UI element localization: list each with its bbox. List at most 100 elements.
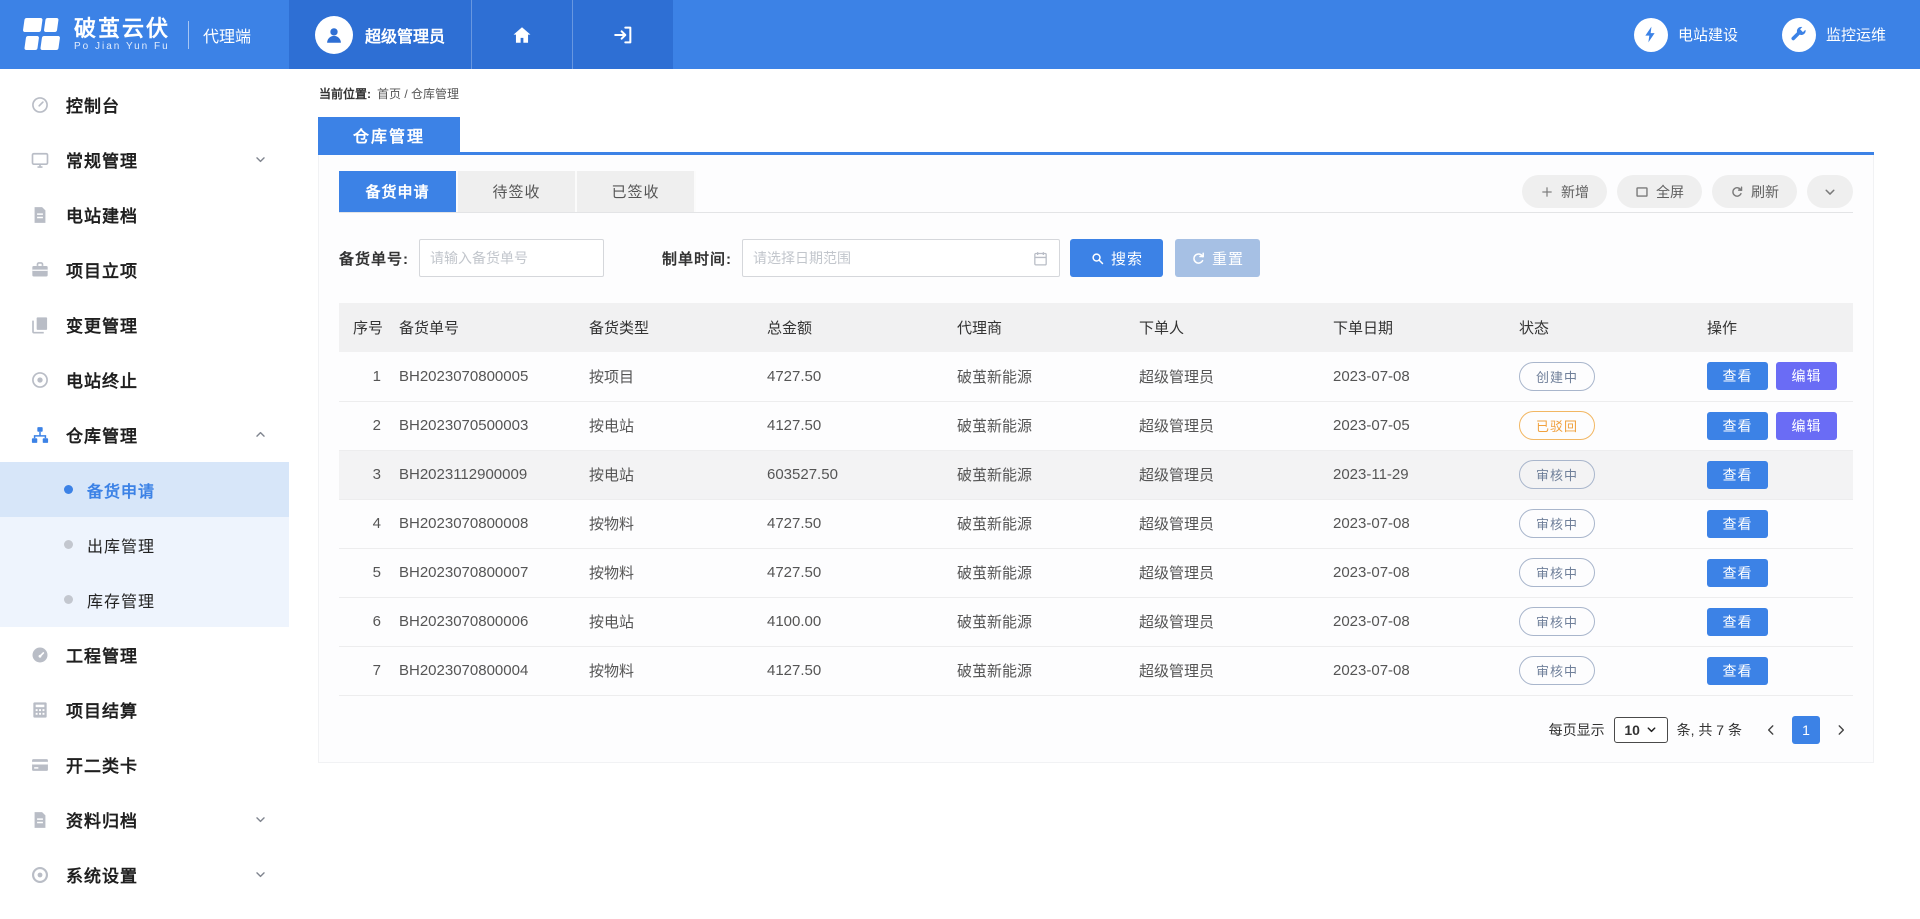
- fullscreen-icon: [1635, 185, 1649, 199]
- archive-icon: [30, 810, 50, 830]
- sidebar-item-label: 变更管理: [66, 312, 138, 337]
- sidebar-subitem-stock-apply[interactable]: 备货申请: [0, 462, 289, 517]
- sidebar-item-data-archive[interactable]: 资料归档: [0, 792, 289, 847]
- breadcrumb-item[interactable]: 首页: [377, 87, 401, 101]
- cell-date: 2023-07-08: [1325, 597, 1511, 646]
- cell-type: 按物料: [581, 499, 759, 548]
- header-shortcut-电站建设[interactable]: 电站建设: [1634, 18, 1738, 52]
- sidebar-submenu-warehouse: 备货申请出库管理库存管理: [0, 462, 289, 627]
- cell-orderer: 超级管理员: [1131, 548, 1325, 597]
- action-button-刷新[interactable]: 刷新: [1712, 175, 1797, 208]
- home-button[interactable]: [471, 0, 572, 69]
- action-button-全屏[interactable]: 全屏: [1617, 175, 1702, 208]
- brand-title: 破茧云伏: [74, 17, 170, 41]
- cell-order_no: BH2023070500003: [391, 401, 581, 450]
- per-page-select[interactable]: 10: [1614, 717, 1668, 743]
- logout-icon: [612, 24, 634, 46]
- prev-page-button[interactable]: [1759, 723, 1783, 737]
- date-range-input[interactable]: [753, 250, 1026, 266]
- tab-备货申请[interactable]: 备货申请: [339, 171, 458, 212]
- cell-date: 2023-07-08: [1325, 499, 1511, 548]
- portal-label: 代理端: [203, 23, 251, 47]
- current-user[interactable]: 超级管理员: [289, 0, 471, 69]
- pagination: 每页显示 10 条, 共 7 条 1: [339, 716, 1853, 744]
- next-page-button[interactable]: [1829, 723, 1853, 737]
- table-row: 1BH2023070800005按项目4727.50破茧新能源超级管理员2023…: [339, 352, 1853, 401]
- per-page-label: 每页显示: [1549, 720, 1605, 740]
- page-title-tab[interactable]: 仓库管理: [318, 117, 460, 152]
- sidebar-item-label: 电站终止: [66, 367, 138, 392]
- cell-status: 审核中: [1511, 450, 1699, 499]
- plus-icon: [1540, 185, 1554, 199]
- copy-icon: [30, 315, 50, 335]
- sidebar-item-settlement[interactable]: 项目结算: [0, 682, 289, 737]
- cell-amount: 4127.50: [759, 401, 949, 450]
- cell-date: 2023-07-05: [1325, 401, 1511, 450]
- chevron-down-icon: [254, 153, 267, 166]
- action-button-新增[interactable]: 新增: [1522, 175, 1607, 208]
- sidebar-item-label: 项目立项: [66, 257, 138, 282]
- cell-actions: 查看: [1699, 646, 1853, 695]
- edit-button[interactable]: 编辑: [1776, 412, 1837, 440]
- cell-status: 创建中: [1511, 352, 1699, 401]
- sidebar-item-warehouse[interactable]: 仓库管理: [0, 407, 289, 462]
- card-icon: [30, 755, 50, 775]
- view-button[interactable]: 查看: [1707, 461, 1768, 489]
- home-icon: [511, 24, 533, 46]
- cell-orderer: 超级管理员: [1131, 352, 1325, 401]
- sidebar-item-console[interactable]: 控制台: [0, 77, 289, 132]
- dashboard-icon: [30, 95, 50, 115]
- order-no-input-wrap: [419, 239, 604, 277]
- sidebar-item-engineering[interactable]: 工程管理: [0, 627, 289, 682]
- view-button[interactable]: 查看: [1707, 559, 1768, 587]
- wrench-icon: [1782, 18, 1816, 52]
- cell-orderer: 超级管理员: [1131, 401, 1325, 450]
- user-avatar-icon: [315, 16, 353, 54]
- refresh-icon: [1730, 185, 1744, 199]
- sidebar-item-label: 控制台: [66, 92, 120, 117]
- sidebar-item-station-archive[interactable]: 电站建档: [0, 187, 289, 242]
- order-no-input[interactable]: [430, 250, 593, 266]
- reset-button[interactable]: 重置: [1175, 239, 1260, 277]
- cell-index: 6: [339, 597, 391, 646]
- target-icon: [30, 370, 50, 390]
- sidebar-subitem-inventory[interactable]: 库存管理: [0, 572, 289, 627]
- sidebar-subitem-outbound[interactable]: 出库管理: [0, 517, 289, 572]
- current-page-button[interactable]: 1: [1792, 716, 1820, 744]
- search-button[interactable]: 搜索: [1070, 239, 1163, 277]
- chevron-down-icon: [254, 813, 267, 826]
- sidebar-item-system-settings[interactable]: 系统设置: [0, 847, 289, 902]
- breadcrumb-item[interactable]: 仓库管理: [411, 87, 459, 101]
- main-content: 当前位置:首页 / 仓库管理 仓库管理 备货申请待签收已签收 新增全屏刷新 备货…: [289, 69, 1920, 919]
- action-button-label: 全屏: [1656, 182, 1684, 202]
- tab-已签收[interactable]: 已签收: [577, 171, 696, 212]
- view-button[interactable]: 查看: [1707, 657, 1768, 685]
- status-badge: 审核中: [1519, 558, 1595, 587]
- cell-order_no: BH2023112900009: [391, 450, 581, 499]
- sidebar-subitem-label: 库存管理: [87, 588, 155, 612]
- edit-button[interactable]: 编辑: [1776, 362, 1837, 390]
- table-header-row: 序号备货单号备货类型总金额代理商下单人下单日期状态操作: [339, 303, 1853, 352]
- user-name: 超级管理员: [365, 23, 445, 47]
- view-button[interactable]: 查看: [1707, 412, 1768, 440]
- more-actions-button[interactable]: [1807, 175, 1853, 208]
- sidebar-subitem-label: 备货申请: [87, 478, 155, 502]
- view-button[interactable]: 查看: [1707, 608, 1768, 636]
- sidebar-item-second-card[interactable]: 开二类卡: [0, 737, 289, 792]
- sidebar-item-station-terminate[interactable]: 电站终止: [0, 352, 289, 407]
- panel-actions: 新增 全屏 刷新: [1522, 175, 1853, 208]
- sidebar-item-label: 项目结算: [66, 697, 138, 722]
- sidebar-subitem-label: 出库管理: [87, 533, 155, 557]
- tab-待签收[interactable]: 待签收: [458, 171, 577, 212]
- sidebar-item-general[interactable]: 常规管理: [0, 132, 289, 187]
- view-button[interactable]: 查看: [1707, 510, 1768, 538]
- logout-button[interactable]: [572, 0, 673, 69]
- view-button[interactable]: 查看: [1707, 362, 1768, 390]
- calendar-icon[interactable]: [1032, 250, 1049, 267]
- calculator-icon: [30, 700, 50, 720]
- sidebar-item-change[interactable]: 变更管理: [0, 297, 289, 352]
- sidebar-item-project-setup[interactable]: 项目立项: [0, 242, 289, 297]
- header-shortcut-监控运维[interactable]: 监控运维: [1782, 18, 1886, 52]
- order-no-label: 备货单号:: [339, 248, 409, 269]
- cell-index: 5: [339, 548, 391, 597]
